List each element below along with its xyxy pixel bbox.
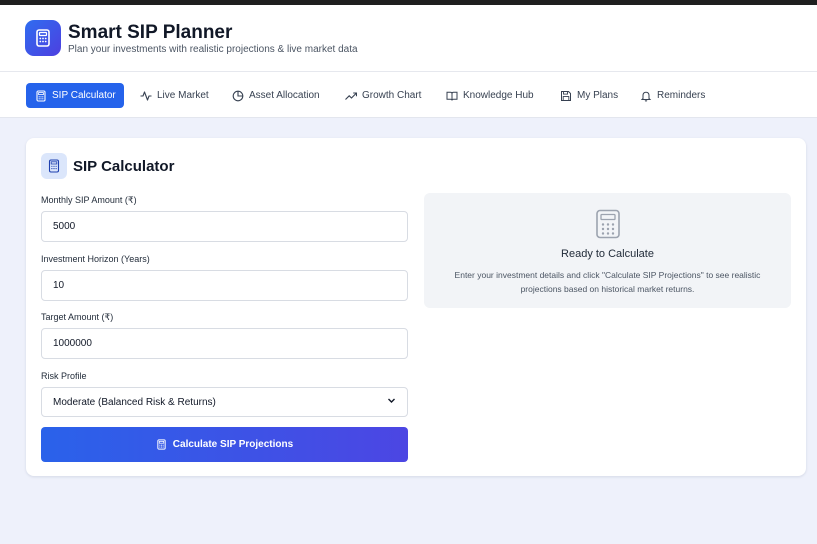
- investment-horizon-label: Investment Horizon (Years): [41, 254, 150, 264]
- tab-label: Knowledge Hub: [463, 90, 534, 101]
- tab-label: Reminders: [657, 90, 706, 101]
- calculator-icon: [156, 439, 167, 450]
- tab-sip-calculator[interactable]: SIP Calculator: [26, 83, 124, 108]
- activity-icon: [139, 89, 152, 102]
- tab-label: My Plans: [577, 90, 619, 101]
- app-subtitle: Plan your investments with realistic pro…: [68, 44, 358, 55]
- calculator-icon: [34, 89, 47, 102]
- tab-live-market[interactable]: Live Market: [131, 83, 217, 108]
- calculator-icon: [595, 209, 621, 239]
- save-icon: [559, 89, 572, 102]
- sip-calculator-card: SIP Calculator Monthly SIP Amount (₹) In…: [26, 138, 806, 476]
- tab-my-plans[interactable]: My Plans: [551, 83, 626, 108]
- tab-label: SIP Calculator: [52, 90, 116, 101]
- calculate-sip-projections-button[interactable]: Calculate SIP Projections: [41, 427, 408, 462]
- ready-title: Ready to Calculate: [561, 248, 654, 260]
- risk-profile-value: Moderate (Balanced Risk & Returns): [53, 396, 216, 408]
- monthly-amount-input[interactable]: [41, 211, 408, 242]
- trending-up-icon: [344, 89, 357, 102]
- calculator-icon: [41, 153, 67, 179]
- tab-asset-allocation[interactable]: Asset Allocation: [223, 83, 328, 108]
- card-title: SIP Calculator: [73, 158, 175, 175]
- investment-horizon-input[interactable]: [41, 270, 408, 301]
- tab-growth-chart[interactable]: Growth Chart: [336, 83, 429, 108]
- risk-profile-label: Risk Profile: [41, 371, 87, 381]
- calculator-logo-icon: [25, 20, 61, 56]
- app-title: Smart SIP Planner: [68, 22, 233, 43]
- bell-icon: [639, 89, 652, 102]
- tab-label: Asset Allocation: [249, 90, 320, 101]
- tab-label: Live Market: [157, 90, 209, 101]
- ready-description: Enter your investment details and click …: [454, 270, 761, 294]
- app-header: Smart SIP Planner Plan your investments …: [0, 5, 817, 71]
- target-amount-label: Target Amount (₹): [41, 312, 114, 322]
- main-nav: SIP Calculator Live Market Asset Allocat…: [0, 71, 817, 118]
- tab-knowledge-hub[interactable]: Knowledge Hub: [437, 83, 542, 108]
- risk-profile-select[interactable]: Moderate (Balanced Risk & Returns): [41, 387, 408, 417]
- target-amount-input[interactable]: [41, 328, 408, 359]
- tab-label: Growth Chart: [362, 90, 422, 101]
- pie-chart-icon: [231, 89, 244, 102]
- calculate-button-label: Calculate SIP Projections: [172, 439, 294, 450]
- ready-to-calculate-panel: Ready to Calculate Enter your investment…: [424, 193, 791, 308]
- monthly-amount-label: Monthly SIP Amount (₹): [41, 195, 137, 205]
- tab-reminders[interactable]: Reminders: [631, 83, 713, 108]
- chevron-down-icon: [387, 396, 396, 408]
- book-icon: [445, 89, 458, 102]
